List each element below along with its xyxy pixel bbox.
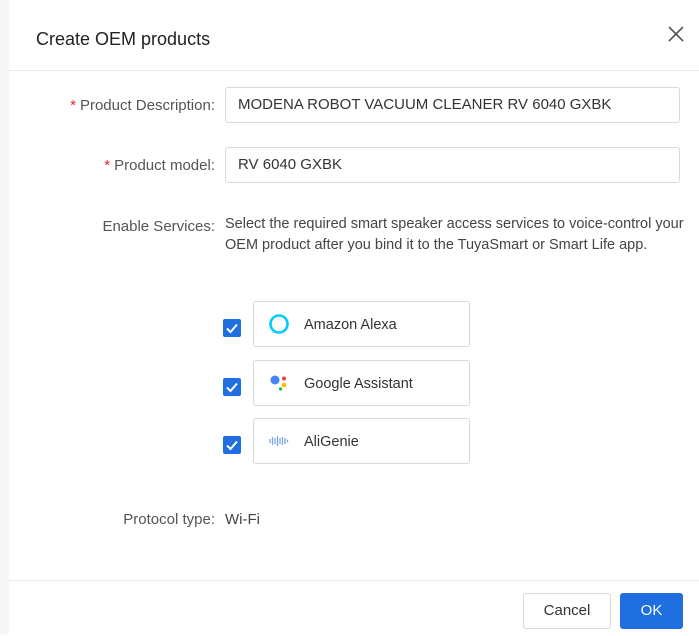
dialog-title: Create OEM products	[36, 29, 211, 49]
amazon-alexa-label: Amazon Alexa	[304, 317, 397, 333]
required-mark: *	[70, 97, 76, 114]
amazon-alexa-card[interactable]: Amazon Alexa	[253, 301, 470, 347]
enable-services-label: Enable Services:	[102, 218, 215, 235]
checkmark-icon	[226, 323, 238, 334]
google-assistant-label: Google Assistant	[304, 376, 413, 392]
ok-button[interactable]: OK	[620, 593, 683, 629]
enable-services-description: Select the required smart speaker access…	[225, 216, 684, 253]
required-mark: *	[104, 157, 111, 174]
aligenie-checkbox[interactable]	[223, 436, 241, 454]
product-model-input[interactable]: RV 6040 GXBK	[225, 147, 680, 183]
dialog-header: Create OEM products	[9, 0, 699, 71]
checkmark-icon	[226, 440, 238, 451]
close-icon[interactable]	[664, 22, 688, 46]
checkmark-icon	[226, 382, 238, 393]
product-description-label: * Product Description:	[70, 96, 215, 116]
amazon-alexa-checkbox[interactable]	[223, 319, 241, 337]
aligenie-label: AliGenie	[304, 434, 359, 450]
aligenie-card[interactable]: AliGenie	[253, 418, 470, 464]
google-assistant-icon	[270, 375, 287, 391]
protocol-type-label: Protocol type:	[123, 511, 215, 528]
google-assistant-card[interactable]: Google Assistant	[253, 360, 470, 406]
product-model-label: * Product model:	[104, 156, 215, 176]
create-oem-products-dialog: Create OEM products * Product Description…	[9, 0, 699, 635]
product-model-label-text: Product model:	[114, 157, 215, 174]
alexa-icon	[269, 314, 289, 334]
product-description-label-text: Product Description:	[79, 97, 215, 114]
cancel-button[interactable]: Cancel	[523, 593, 611, 629]
aligenie-icon	[269, 436, 289, 446]
protocol-type-value: Wi-Fi	[225, 511, 260, 528]
dialog-footer: Cancel OK	[9, 580, 699, 636]
google-assistant-checkbox[interactable]	[223, 378, 241, 396]
product-description-input[interactable]: MODENA ROBOT VACUUM CLEANER RV 6040 GXBK	[225, 87, 680, 123]
